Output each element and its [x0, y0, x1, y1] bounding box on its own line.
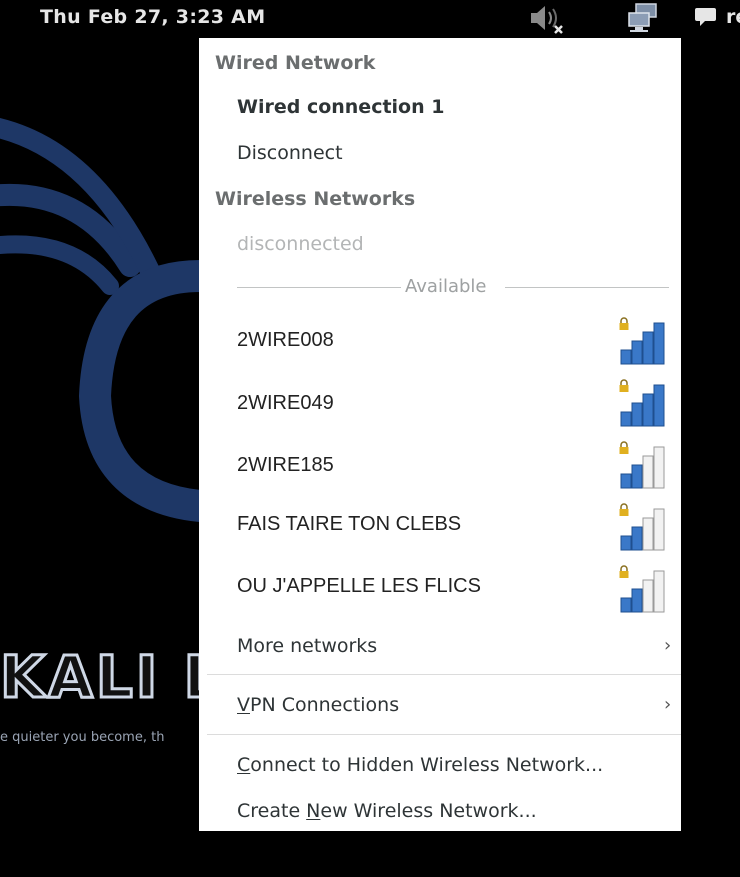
create-new-prefix: Create — [237, 800, 307, 822]
create-new-label: ew Wireless Network... — [320, 800, 537, 822]
lock-icon — [619, 565, 629, 578]
signal-bar — [631, 340, 643, 365]
vpn-label: PN Connections — [250, 694, 400, 716]
clock[interactable]: Thu Feb 27, 3:23 AM — [40, 6, 265, 28]
signal-bar — [653, 446, 665, 489]
vpn-connections-item[interactable]: VPN Connections — [237, 694, 399, 716]
wired-network-title: Wired Network — [215, 52, 376, 74]
chevron-right-icon: › — [664, 694, 672, 715]
chevron-right-icon: › — [664, 635, 672, 656]
wifi-signal-locked-icon — [619, 565, 665, 613]
connect-hidden-label: onnect to Hidden Wireless Network... — [250, 754, 604, 776]
signal-bar — [653, 322, 665, 365]
signal-bar — [620, 597, 632, 613]
connect-hidden-network-item[interactable]: Connect to Hidden Wireless Network... — [237, 754, 603, 776]
lock-icon — [619, 441, 629, 454]
top-panel: Thu Feb 27, 3:23 AM re — [0, 0, 740, 36]
wireless-status: disconnected — [237, 233, 364, 255]
create-wireless-network-item[interactable]: Create New Wireless Network... — [237, 800, 537, 822]
signal-bar — [642, 393, 654, 427]
speaker-muted-icon[interactable] — [527, 2, 571, 38]
network-menu: Wired Network Wired connection 1 Disconn… — [199, 38, 681, 831]
kali-logo-text: KALI L — [0, 643, 224, 711]
available-separator-left — [237, 287, 401, 288]
kali-slogan: e quieter you become, th — [0, 730, 165, 745]
signal-bar — [631, 464, 643, 489]
wifi-signal-locked-icon — [619, 503, 665, 551]
network-item-1[interactable]: 2WIRE049 — [237, 392, 334, 415]
available-separator-right — [505, 287, 669, 288]
disconnect-item[interactable]: Disconnect — [237, 142, 343, 164]
wireless-networks-title: Wireless Networks — [215, 188, 416, 210]
more-networks-item[interactable]: More networks — [237, 635, 377, 657]
connect-hidden-mnemonic: C — [237, 754, 251, 776]
signal-bar — [620, 473, 632, 489]
available-label: Available — [405, 276, 487, 297]
signal-bar — [631, 526, 643, 551]
lock-icon — [619, 379, 629, 392]
chat-icon[interactable] — [694, 5, 718, 33]
network-item-2[interactable]: 2WIRE185 — [237, 454, 334, 477]
wifi-signal-locked-icon — [619, 379, 665, 427]
menu-separator — [207, 734, 681, 735]
network-item-0[interactable]: 2WIRE008 — [237, 329, 334, 352]
signal-bar — [642, 579, 654, 613]
create-new-mnemonic: N — [306, 800, 321, 822]
signal-bar — [653, 508, 665, 551]
network-item-3[interactable]: FAIS TAIRE TON CLEBS — [237, 513, 461, 536]
wired-connection-item[interactable]: Wired connection 1 — [237, 96, 444, 118]
network-wired-icon[interactable] — [626, 2, 660, 38]
lock-icon — [619, 317, 629, 330]
menu-separator — [207, 674, 681, 675]
wifi-signal-locked-icon — [619, 441, 665, 489]
signal-bar — [653, 384, 665, 427]
lock-icon — [619, 503, 629, 516]
signal-bar — [642, 331, 654, 365]
signal-bar — [620, 349, 632, 365]
signal-bar — [653, 570, 665, 613]
signal-bar — [620, 535, 632, 551]
signal-bar — [631, 402, 643, 427]
wifi-signal-locked-icon — [619, 317, 665, 365]
signal-bar — [620, 411, 632, 427]
user-menu-label[interactable]: re — [726, 6, 740, 28]
signal-bar — [642, 517, 654, 551]
signal-bar — [642, 455, 654, 489]
vpn-mnemonic: V — [237, 694, 250, 716]
network-item-4[interactable]: OU J'APPELLE LES FLICS — [237, 575, 481, 598]
signal-bar — [631, 588, 643, 613]
